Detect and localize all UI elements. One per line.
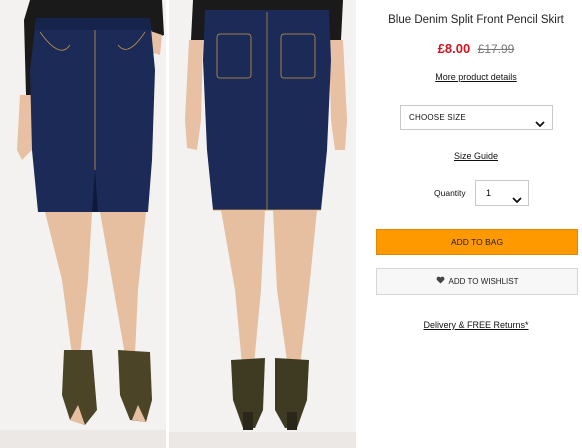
add-to-bag-button[interactable]: ADD TO BAG bbox=[376, 229, 578, 255]
add-to-wishlist-label: ADD TO WISHLIST bbox=[448, 277, 519, 286]
current-price: £8.00 bbox=[437, 41, 471, 56]
more-details-link[interactable]: More product details bbox=[356, 72, 582, 82]
chevron-down-icon bbox=[512, 189, 522, 213]
size-select-value: CHOOSE SIZE bbox=[409, 113, 466, 122]
delivery-returns-link[interactable]: Delivery & FREE Returns* bbox=[356, 320, 582, 330]
product-image-front[interactable] bbox=[0, 0, 166, 448]
size-select[interactable]: CHOOSE SIZE bbox=[400, 105, 553, 130]
quantity-select[interactable]: 1 bbox=[475, 180, 529, 206]
back-photo-illustration bbox=[169, 0, 356, 448]
add-to-wishlist-button[interactable]: ADD TO WISHLIST bbox=[376, 268, 578, 295]
original-price: £17.99 bbox=[477, 42, 515, 56]
size-guide-link[interactable]: Size Guide bbox=[356, 151, 582, 161]
product-info-panel: Blue Denim Split Front Pencil Skirt £8.0… bbox=[356, 0, 582, 448]
price-block: £8.00 £17.99 bbox=[356, 40, 582, 58]
product-title: Blue Denim Split Front Pencil Skirt bbox=[388, 14, 564, 26]
front-photo-illustration bbox=[0, 0, 166, 448]
quantity-value: 1 bbox=[486, 188, 492, 198]
heart-icon bbox=[436, 269, 445, 294]
chevron-down-icon bbox=[535, 114, 545, 137]
quantity-label: Quantity bbox=[434, 188, 466, 198]
product-image-back[interactable] bbox=[169, 0, 356, 448]
